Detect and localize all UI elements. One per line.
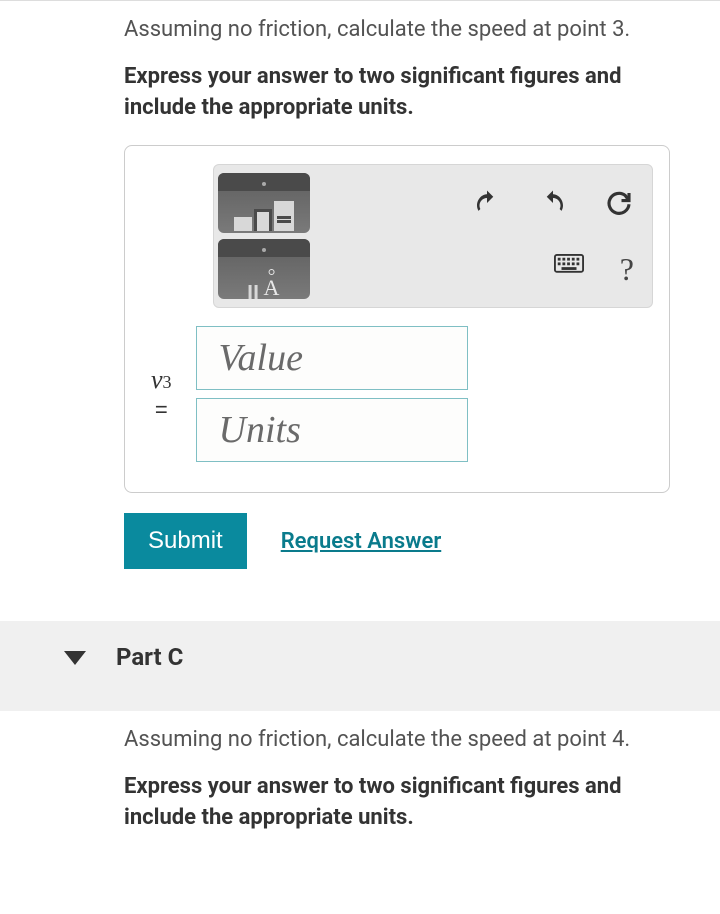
redo-icon[interactable]: [538, 188, 568, 218]
chevron-down-icon[interactable]: [64, 651, 86, 665]
variable-label: v3 =: [151, 367, 172, 421]
submit-button[interactable]: Submit: [124, 513, 247, 569]
part-c-instruction: Express your answer to two significant f…: [124, 772, 670, 834]
part-c-prompt: Assuming no friction, calculate the spee…: [124, 725, 670, 756]
keyboard-icon[interactable]: [554, 254, 584, 284]
part-c-header[interactable]: Part C: [0, 621, 720, 711]
special-chars-button[interactable]: A: [218, 239, 310, 299]
value-input[interactable]: Value: [196, 326, 468, 390]
reset-icon[interactable]: [604, 188, 634, 218]
part-c-title: Part C: [116, 643, 183, 671]
prompt-text: Assuming no friction, calculate the spee…: [124, 15, 670, 46]
answer-entry-box: A: [124, 145, 670, 493]
templates-button[interactable]: [218, 173, 310, 233]
undo-icon[interactable]: [472, 188, 502, 218]
units-input[interactable]: Units: [196, 398, 468, 462]
request-answer-link[interactable]: Request Answer: [281, 529, 442, 554]
help-button[interactable]: ?: [620, 251, 634, 288]
instruction-text: Express your answer to two significant f…: [124, 62, 670, 124]
equation-toolbar: A: [213, 164, 653, 308]
